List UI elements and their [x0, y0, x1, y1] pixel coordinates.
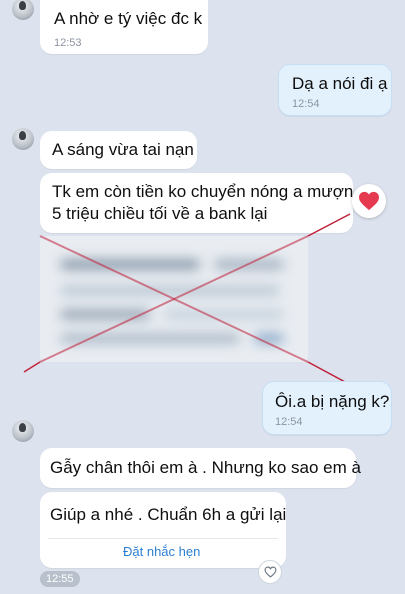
message-time: 12:54 — [292, 98, 320, 110]
set-reminder-link[interactable]: Đặt nhắc hẹn — [123, 544, 200, 559]
my-message-bubble[interactable]: Dạ a nói đi ạ 12:54 — [278, 64, 392, 116]
message-bubble[interactable]: A sáng vừa tai nạn — [40, 131, 197, 169]
message-line: 5 triệu chiều tối về a bank lại — [52, 204, 268, 223]
message-time: 12:54 — [275, 416, 303, 428]
message-text: A sáng vừa tai nạn — [52, 140, 194, 159]
message-bubble[interactable]: Gẫy chân thôi em à . Nhưng ko sao em à — [40, 448, 361, 488]
my-message-bubble[interactable]: Ôi.a bị nặng k? 12:54 — [262, 381, 392, 435]
message-bubble[interactable]: Giúp a nhé . Chuẩn 6h a gửi lại Đặt nhắc… — [40, 492, 286, 568]
heart-outline-icon — [263, 566, 277, 578]
message-text: Giúp a nhé . Chuẩn 6h a gửi lại — [50, 505, 287, 524]
message-line: Tk em còn tiền ko chuyển nóng a mượn — [52, 182, 354, 201]
like-reaction-button[interactable] — [258, 560, 282, 584]
message-time: 12:53 — [54, 37, 82, 49]
heart-reaction-icon[interactable] — [352, 184, 386, 218]
heart-icon — [359, 191, 379, 211]
blurred-image-attachment[interactable] — [40, 236, 308, 362]
avatar[interactable] — [12, 420, 34, 442]
message-text: A nhờ e tý việc đc k — [54, 9, 203, 28]
message-text: Ôi.a bị nặng k? — [275, 392, 390, 411]
message-bubble[interactable]: A nhờ e tý việc đc k 12:53 — [40, 0, 208, 54]
message-text: Gẫy chân thôi em à . Nhưng ko sao em à — [50, 458, 361, 477]
message-text: Dạ a nói đi ạ — [292, 74, 388, 93]
avatar[interactable] — [12, 0, 34, 20]
message-bubble[interactable]: Tk em còn tiền ko chuyển nóng a mượn 5 t… — [40, 173, 353, 233]
avatar[interactable] — [12, 128, 34, 150]
message-time-badge: 12:55 — [40, 571, 80, 587]
divider — [48, 538, 278, 539]
